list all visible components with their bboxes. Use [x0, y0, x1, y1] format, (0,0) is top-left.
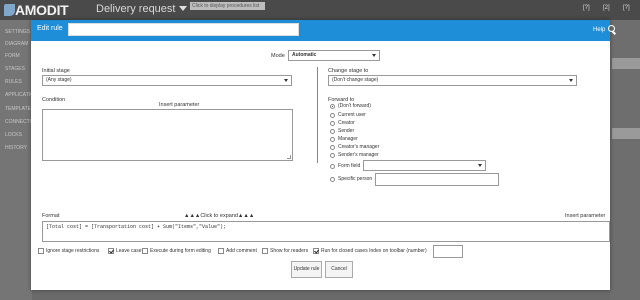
sidebar-item-templates[interactable]: TEMPLATES [5, 106, 34, 112]
specific-person-input[interactable] [375, 173, 499, 186]
background-button [612, 58, 640, 69]
chevron-down-icon [569, 79, 573, 82]
column-divider [317, 67, 318, 163]
toolbar-index-input[interactable] [433, 245, 463, 258]
admin-sidebar: SETTINGS DIAGRAM FORM STAGES RULES APPLI… [0, 20, 41, 300]
insert-parameter-link[interactable]: Insert parameter [565, 213, 605, 219]
sidebar-item-locks[interactable]: LOCKS [5, 132, 22, 138]
help-search-icon[interactable] [608, 25, 615, 32]
mode-label: Mode [271, 53, 285, 59]
checkbox-label: Leave case [116, 248, 142, 254]
change-stage-value: (Don't change stage) [332, 77, 379, 83]
chevron-down-icon [284, 79, 288, 82]
mode-select[interactable]: Automatic [288, 50, 380, 61]
condition-label: Condition [42, 97, 66, 103]
checkbox-icon[interactable] [142, 248, 148, 254]
process-title[interactable]: Delivery request [96, 3, 175, 15]
initial-stage-label: Initial stage [42, 68, 70, 74]
expand-toggle[interactable]: ▲▲▲Click to expand▲▲▲ [184, 213, 254, 219]
forward-option-label: Sender [338, 128, 355, 134]
sidebar-item-settings[interactable]: SETTINGS [5, 29, 30, 35]
checkbox-checked-icon[interactable] [108, 248, 114, 254]
forward-option-label: Creator's manager [338, 144, 380, 150]
chevron-down-icon [478, 164, 482, 167]
radio-icon[interactable] [330, 153, 335, 158]
sidebar-item-diagram[interactable]: DIAGRAM [5, 41, 28, 47]
change-stage-select[interactable]: (Don't change stage) [328, 75, 577, 86]
form-field-select[interactable] [363, 160, 486, 171]
top-link-3[interactable]: [?] [623, 5, 630, 11]
condition-textarea[interactable] [42, 109, 293, 161]
app-top-bar: AMODIT Delivery request Click to display… [0, 0, 640, 20]
checkbox-icon[interactable] [38, 248, 44, 254]
radio-icon[interactable] [330, 121, 335, 126]
dialog-title: Edit rule [37, 25, 63, 32]
radio-selected-icon[interactable] [330, 104, 335, 109]
initial-stage-select[interactable]: (Any stage) [42, 75, 292, 86]
logo-text: AMODIT [15, 2, 69, 18]
dialog-header: Edit rule Help [31, 20, 615, 41]
forward-option-label: Current user [338, 112, 366, 118]
sidebar-item-rules[interactable]: RULES [5, 79, 22, 85]
checkbox-label: Execute during form editing [150, 248, 211, 254]
logo-mark-icon [4, 4, 15, 16]
radio-icon[interactable] [330, 129, 335, 134]
checkbox-icon[interactable] [218, 248, 224, 254]
chevron-down-icon[interactable] [179, 6, 187, 11]
forward-option-label: (Don't forward) [338, 103, 371, 109]
checkbox-icon[interactable] [262, 248, 268, 254]
radio-icon[interactable] [330, 164, 335, 169]
formula-editor[interactable]: [Total cost] = [Transportation cost] + S… [42, 221, 610, 242]
sidebar-item-history[interactable]: HISTORY [5, 145, 27, 151]
checkbox-checked-icon[interactable] [313, 248, 319, 254]
cancel-button[interactable]: Cancel [325, 261, 353, 278]
change-stage-label: Change stage to [328, 68, 369, 74]
checkbox-label: Add comment [226, 248, 257, 254]
mode-value: Automatic [292, 52, 317, 58]
forward-option-label: Manager [338, 136, 358, 142]
checkbox-label: Ignore stage restrictions [46, 248, 100, 254]
chevron-down-icon [372, 54, 376, 57]
radio-icon[interactable] [330, 177, 335, 182]
insert-parameter-link[interactable]: Insert parameter [159, 102, 199, 108]
update-rule-button[interactable]: Update rule [291, 261, 322, 278]
rule-name-input[interactable] [68, 23, 299, 36]
checkbox-label: Show for readers [270, 248, 309, 254]
resize-handle-icon[interactable] [287, 155, 291, 159]
sidebar-item-form[interactable]: FORM [5, 53, 20, 59]
forward-option-label: Creator [338, 120, 355, 126]
amodit-logo[interactable]: AMODIT [4, 2, 69, 18]
checkbox-label: Run for closed cases Index on toolbar (n… [321, 248, 427, 254]
initial-stage-value: (Any stage) [46, 77, 72, 83]
radio-icon[interactable] [330, 137, 335, 142]
forward-option-label: Sender's manager [338, 152, 379, 158]
background-button [612, 128, 640, 139]
sidebar-item-stages[interactable]: STAGES [5, 66, 25, 72]
radio-icon[interactable] [330, 113, 335, 118]
top-link-2[interactable]: [2] [603, 5, 610, 11]
procedures-hint[interactable]: Click to display procedures list [190, 2, 265, 10]
forward-option-label: Form field [338, 163, 361, 169]
radio-icon[interactable] [330, 145, 335, 150]
forward-option-label: Specific person [338, 176, 373, 182]
top-link-1[interactable]: [?] [583, 5, 590, 11]
help-link[interactable]: Help [593, 27, 605, 33]
format-label: Format [42, 213, 60, 219]
